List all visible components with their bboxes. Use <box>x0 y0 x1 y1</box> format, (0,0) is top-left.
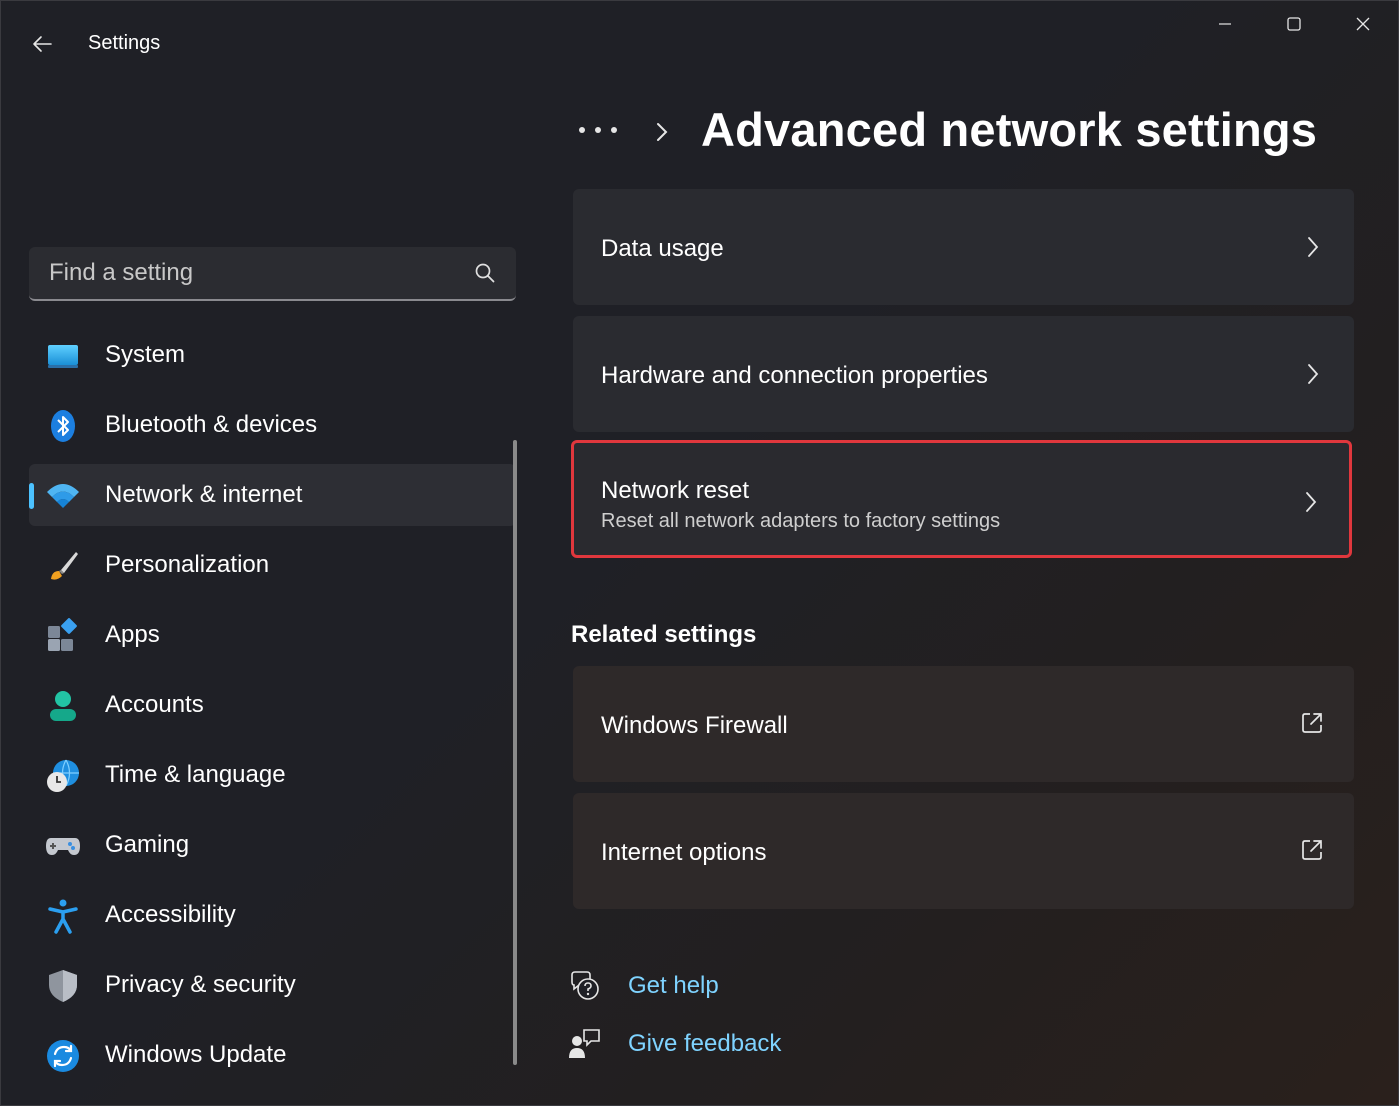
gamepad-icon <box>45 828 81 864</box>
sidebar-item-label: Apps <box>105 621 160 648</box>
maximize-button[interactable] <box>1264 6 1324 42</box>
windows-firewall-card[interactable]: Windows Firewall <box>573 666 1354 782</box>
sidebar-scrollbar[interactable] <box>513 440 517 1065</box>
sidebar-item-bluetooth[interactable]: Bluetooth & devices <box>29 394 516 456</box>
bluetooth-icon <box>45 408 81 444</box>
sidebar-item-privacy[interactable]: Privacy & security <box>29 954 516 1016</box>
data-usage-card[interactable]: Data usage <box>573 189 1354 305</box>
time-language-icon <box>45 758 81 794</box>
arrow-left-icon <box>33 36 52 52</box>
chevron-right-icon <box>1306 362 1320 391</box>
sidebar-item-accounts[interactable]: Accounts <box>29 674 516 736</box>
close-button[interactable] <box>1333 6 1393 42</box>
accounts-icon <box>45 688 81 724</box>
sidebar-item-label: Time & language <box>105 761 286 788</box>
minimize-icon <box>1219 23 1231 25</box>
sidebar-item-apps[interactable]: Apps <box>29 604 516 666</box>
update-icon <box>45 1038 81 1074</box>
get-help-label: Get help <box>628 972 719 999</box>
apps-icon <box>45 618 81 654</box>
internet-options-card[interactable]: Internet options <box>573 793 1354 909</box>
chevron-right-icon <box>652 118 672 151</box>
page-title: Advanced network settings <box>701 103 1318 156</box>
maximize-icon <box>1287 17 1301 31</box>
sidebar-nav: System Bluetooth & devices Network & int… <box>29 324 516 1094</box>
sidebar-item-label: Personalization <box>105 551 270 578</box>
feedback-icon <box>568 1027 602 1061</box>
sidebar-item-personalization[interactable]: Personalization <box>29 534 516 596</box>
accessibility-icon <box>45 898 81 934</box>
breadcrumb-more-button[interactable] <box>577 112 625 148</box>
give-feedback-label: Give feedback <box>628 1030 782 1057</box>
card-title: Hardware and connection properties <box>601 362 988 389</box>
chevron-right-icon <box>1304 490 1318 519</box>
network-reset-card[interactable]: Network reset Reset all network adapters… <box>571 440 1352 558</box>
card-title: Data usage <box>601 235 724 262</box>
minimize-button[interactable] <box>1195 6 1255 42</box>
more-dots-icon <box>579 127 617 133</box>
get-help-link[interactable]: Get help <box>568 969 719 1003</box>
card-title: Windows Firewall <box>601 712 788 739</box>
sidebar-item-gaming[interactable]: Gaming <box>29 814 516 876</box>
sidebar-item-time-language[interactable]: Time & language <box>29 744 516 806</box>
search-input[interactable] <box>47 257 471 289</box>
sidebar-item-label: Bluetooth & devices <box>105 411 318 438</box>
card-subtitle: Reset all network adapters to factory se… <box>601 510 1001 532</box>
open-external-icon <box>1300 838 1324 867</box>
sidebar-item-label: Gaming <box>105 831 190 858</box>
search-box <box>29 247 516 301</box>
sidebar-item-windows-update[interactable]: Windows Update <box>29 1024 516 1086</box>
sidebar-item-label: Accounts <box>105 691 204 718</box>
search-icon[interactable] <box>474 262 496 289</box>
brush-icon <box>45 548 81 584</box>
wifi-icon <box>45 478 81 514</box>
card-title: Internet options <box>601 839 767 866</box>
app-title: Settings <box>88 32 161 54</box>
sidebar-item-label: Accessibility <box>105 901 236 928</box>
help-chat-icon <box>568 969 602 1003</box>
back-button[interactable] <box>22 24 62 64</box>
active-indicator <box>29 483 34 509</box>
give-feedback-link[interactable]: Give feedback <box>568 1027 781 1061</box>
sidebar-item-accessibility[interactable]: Accessibility <box>29 884 516 946</box>
open-external-icon <box>1300 711 1324 740</box>
sidebar-item-label: Privacy & security <box>105 971 296 998</box>
close-icon <box>1356 17 1370 31</box>
chevron-right-icon <box>1306 235 1320 264</box>
sidebar-item-system[interactable]: System <box>29 324 516 386</box>
system-icon <box>45 338 81 374</box>
sidebar-item-label: Network & internet <box>105 481 303 508</box>
sidebar-item-network[interactable]: Network & internet <box>29 464 516 526</box>
related-settings-heading: Related settings <box>571 621 757 648</box>
hardware-properties-card[interactable]: Hardware and connection properties <box>573 316 1354 432</box>
shield-icon <box>45 968 81 1004</box>
sidebar-item-label: System <box>105 341 186 368</box>
card-title: Network reset <box>601 477 750 504</box>
sidebar-item-label: Windows Update <box>105 1041 287 1068</box>
